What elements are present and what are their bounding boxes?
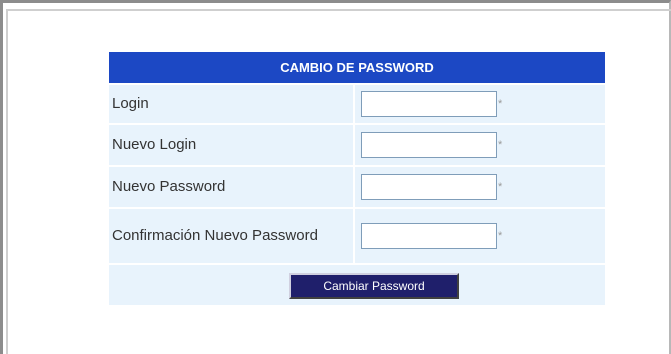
new-password-input[interactable] <box>361 174 497 200</box>
confirm-password-label: Confirmación Nuevo Password <box>109 209 355 263</box>
new-login-input-cell: * <box>355 125 605 165</box>
new-password-label: Nuevo Password <box>109 167 355 207</box>
form-row-login: Login * <box>109 83 605 123</box>
form-row-new-login: Nuevo Login * <box>109 123 605 165</box>
confirm-password-input-cell: * <box>355 209 605 263</box>
new-password-input-cell: * <box>355 167 605 207</box>
login-input[interactable] <box>361 91 497 117</box>
required-marker: * <box>498 139 503 151</box>
required-marker: * <box>498 98 503 110</box>
login-label: Login <box>109 85 355 123</box>
password-change-form: CAMBIO DE PASSWORD Login * Nuevo Login *… <box>109 52 605 305</box>
form-row-submit: Cambiar Password <box>109 263 605 305</box>
change-password-button[interactable]: Cambiar Password <box>289 273 459 299</box>
form-row-confirm-password: Confirmación Nuevo Password * <box>109 207 605 263</box>
new-login-input[interactable] <box>361 132 497 158</box>
new-login-label: Nuevo Login <box>109 125 355 165</box>
form-title: CAMBIO DE PASSWORD <box>109 52 605 83</box>
login-input-cell: * <box>355 85 605 123</box>
confirm-password-input[interactable] <box>361 223 497 249</box>
required-marker: * <box>498 181 503 193</box>
required-marker: * <box>498 230 503 242</box>
form-row-new-password: Nuevo Password * <box>109 165 605 207</box>
